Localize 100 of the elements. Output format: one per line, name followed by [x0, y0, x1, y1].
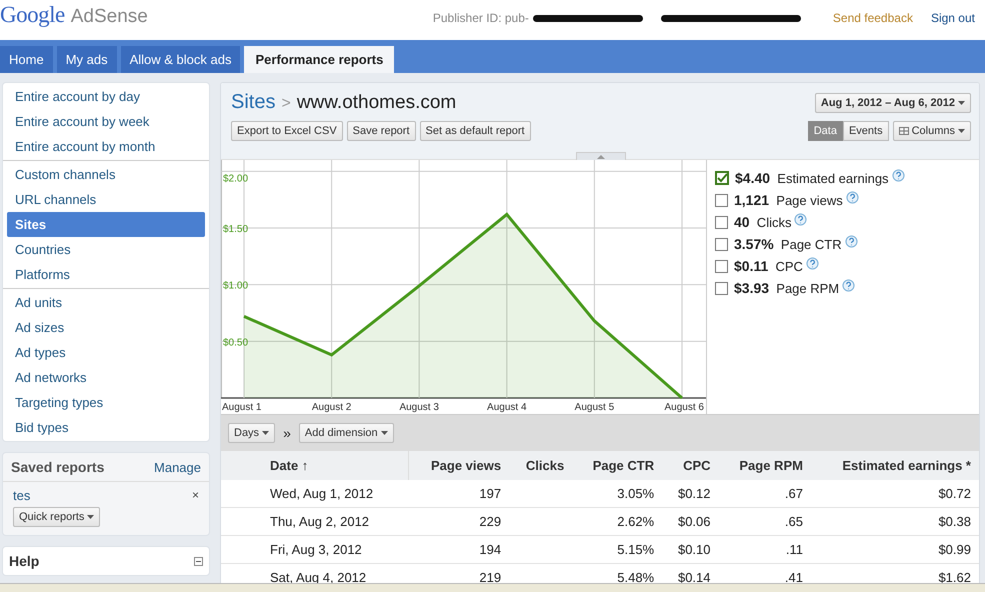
column-header[interactable]: Page views	[408, 451, 510, 480]
columns-button[interactable]: Columns	[892, 121, 971, 141]
sidebar-item[interactable]: Ad units	[7, 290, 205, 315]
help-icon[interactable]	[794, 212, 808, 226]
table-cell: $0.10	[678, 542, 711, 557]
help-icon[interactable]	[892, 168, 905, 182]
sidebar-item[interactable]: Ad sizes	[7, 315, 205, 340]
sidebar-item[interactable]: Entire account by week	[7, 109, 205, 134]
page-title: www.othomes.com	[296, 92, 456, 114]
caret-icon	[262, 431, 270, 435]
table-cell: 194	[479, 542, 502, 557]
table-cell: Fri, Aug 3, 2012	[270, 542, 362, 557]
axis-label: $0.50	[223, 337, 248, 348]
axis-label: August 1	[222, 402, 262, 413]
table-cell: $0.99	[938, 542, 971, 557]
axis-label: August 6	[664, 402, 704, 413]
caret-icon	[87, 515, 94, 519]
table-cell: 5.48%	[617, 570, 654, 585]
checkbox[interactable]	[715, 171, 729, 185]
sidebar-item[interactable]: Sites	[7, 212, 205, 237]
metric-summary: $0.11 CPC	[734, 258, 803, 274]
metric-summary: $4.40 Estimated earnings	[735, 170, 889, 186]
date-range-button[interactable]: Aug 1, 2012 – Aug 6, 2012	[814, 92, 971, 112]
table-cell: Wed, Aug 1, 2012	[270, 486, 374, 501]
collapse-icon[interactable]	[194, 556, 203, 566]
table-cell: 197	[479, 486, 502, 501]
metric-summary: 40 Clicks	[734, 214, 792, 230]
nav-tab[interactable]: My ads	[56, 46, 117, 73]
toolbar-button[interactable]: Export to Excel CSV	[231, 121, 343, 141]
publisher-id: Publisher ID: pub-	[432, 11, 529, 25]
table-cell: $1.62	[938, 570, 971, 585]
sidebar-item[interactable]: Custom channels	[7, 162, 205, 187]
sidebar-item[interactable]: Entire account by month	[7, 134, 205, 159]
table-cell: $0.06	[678, 514, 711, 529]
metric-summary: 3.57% Page CTR	[734, 236, 842, 252]
period-dropdown[interactable]: Days	[228, 423, 276, 443]
sidebar-item[interactable]: URL channels	[7, 187, 205, 212]
toolbar-button[interactable]: Save report	[346, 121, 416, 141]
caret-icon	[380, 431, 388, 435]
saved-report-link[interactable]: tes	[13, 488, 30, 503]
help-icon[interactable]	[844, 234, 858, 248]
axis-label: August 5	[574, 402, 614, 413]
checkbox[interactable]	[715, 194, 728, 206]
table-cell: .41	[784, 570, 803, 585]
axis-label: August 2	[312, 402, 352, 413]
breadcrumb-link[interactable]: Sites	[231, 91, 276, 114]
checkbox[interactable]	[715, 282, 728, 294]
help-icon[interactable]	[846, 190, 859, 204]
logo-text: Google	[0, 2, 65, 28]
sidebar-item[interactable]: Ad types	[7, 340, 205, 365]
table-cell: $0.72	[938, 486, 971, 501]
axis-label: $2.00	[223, 173, 248, 184]
column-header[interactable]: Clicks	[509, 451, 572, 480]
collapse-handle[interactable]	[576, 152, 626, 160]
column-header[interactable]: CPC	[662, 451, 719, 480]
table-cell: .11	[786, 542, 803, 557]
column-header[interactable]: Date ↑	[221, 451, 408, 480]
sidebar-item[interactable]: Platforms	[7, 262, 205, 287]
checkbox[interactable]	[715, 216, 728, 228]
column-header[interactable]: Estimated earnings *	[810, 451, 979, 480]
sidebar-item[interactable]: Bid types	[7, 415, 205, 440]
sidebar-item[interactable]: Ad networks	[7, 365, 205, 390]
nav-tab[interactable]: Home	[0, 46, 53, 73]
view-toggle[interactable]: Events	[842, 121, 889, 141]
manage-link[interactable]: Manage	[154, 460, 201, 474]
table-cell: $0.14	[678, 570, 711, 585]
metric-summary: 1,121 Page views	[734, 192, 843, 208]
table-cell: 5.15%	[617, 542, 654, 557]
checkbox[interactable]	[715, 260, 728, 272]
table-cell: Thu, Aug 2, 2012	[270, 514, 370, 529]
remove-button[interactable]: ×	[192, 488, 199, 503]
breadcrumb-separator: >	[281, 95, 291, 113]
column-header[interactable]: Page CTR	[572, 451, 662, 480]
help-icon[interactable]	[842, 278, 856, 292]
axis-label: $1.50	[223, 224, 248, 235]
checkbox[interactable]	[715, 238, 728, 250]
grid-icon	[898, 127, 909, 135]
sidebar-item[interactable]: Entire account by day	[7, 84, 205, 109]
axis-label: August 3	[399, 402, 439, 413]
product-name: AdSense	[70, 6, 148, 28]
header-link[interactable]: Sign out	[930, 11, 975, 25]
table-cell: 3.05%	[617, 486, 654, 501]
toolbar-button[interactable]: Set as default report	[420, 121, 531, 141]
column-header[interactable]: Page RPM	[718, 451, 811, 480]
sidebar-item[interactable]: Countries	[7, 237, 205, 262]
table-cell: $0.38	[938, 514, 971, 529]
add-dimension-button[interactable]: Add dimension	[298, 423, 394, 443]
table-cell: 219	[479, 570, 502, 585]
panel-title: Saved reports	[11, 459, 104, 475]
table-cell: $0.12	[678, 486, 711, 501]
table-cell: 229	[479, 514, 502, 529]
caret-icon	[958, 100, 965, 104]
view-toggle[interactable]: Data	[808, 121, 843, 141]
table-cell: .65	[784, 514, 803, 529]
nav-tab[interactable]: Performance reports	[244, 46, 394, 73]
help-icon[interactable]	[806, 256, 819, 270]
sidebar-item[interactable]: Targeting types	[7, 390, 205, 415]
quick-reports-button[interactable]: Quick reports	[13, 507, 100, 527]
axis-label: August 4	[487, 402, 527, 413]
nav-tab[interactable]: Allow & block ads	[120, 46, 240, 73]
